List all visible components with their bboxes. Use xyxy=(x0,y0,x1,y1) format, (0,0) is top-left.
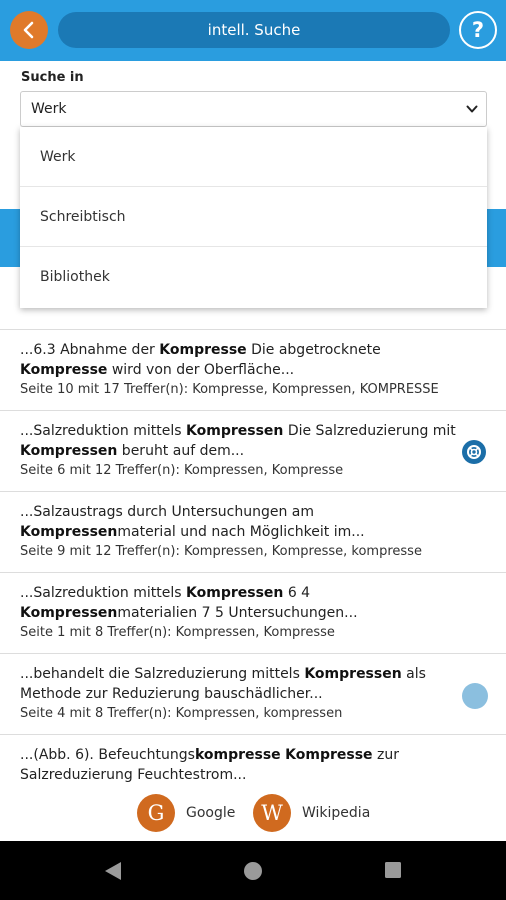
result-item[interactable]: ...behandelt die Salzreduzierung mittels… xyxy=(0,654,506,735)
snippet-keyword: Kompressen xyxy=(20,443,118,459)
result-snippet: ...behandelt die Salzreduzierung mittels… xyxy=(20,664,456,704)
help-button[interactable]: ? xyxy=(459,11,497,49)
google-label: Google xyxy=(186,805,236,821)
snippet-text: ...behandelt die Salzreduzierung mittels xyxy=(20,666,305,682)
back-button[interactable] xyxy=(10,11,48,49)
snippet-keyword: Kompresse xyxy=(20,362,108,378)
result-page-info: Seite 10 mit 17 Treffer(n): Kompresse, K… xyxy=(20,382,439,397)
help-circle-icon[interactable] xyxy=(462,440,486,464)
snippet-keyword: Kompresse xyxy=(285,747,373,763)
system-nav-bar xyxy=(0,841,506,900)
search-scope-select[interactable]: Werk xyxy=(20,91,487,127)
search-in-label: Suche in xyxy=(21,70,84,85)
result-page-info: Seite 9 mit 12 Treffer(n): Kompressen, K… xyxy=(20,544,422,559)
wikipedia-label: Wikipedia xyxy=(302,805,371,821)
snippet-text: Die abgetrocknete xyxy=(246,342,381,358)
search-scope-dropdown: Werk Schreibtisch Bibliothek xyxy=(20,127,487,308)
page-title: intell. Suche xyxy=(58,12,450,48)
option-bibliothek[interactable]: Bibliothek xyxy=(20,247,487,307)
result-item[interactable]: ...Salzreduktion mittels Kompressen 6 4 … xyxy=(0,573,506,654)
back-triangle-icon[interactable] xyxy=(103,861,122,881)
snippet-text: materialien 7 5 Untersuchungen... xyxy=(117,605,358,621)
result-snippet: ...Salzreduktion mittels Kompressen 6 4 … xyxy=(20,583,456,623)
result-item[interactable]: ...6.3 Abnahme der Kompresse Die abgetro… xyxy=(0,330,506,411)
result-snippet: ...(Abb. 6). Befeuchtungskompresse Kompr… xyxy=(20,745,456,785)
wikipedia-link[interactable]: W Wikipedia xyxy=(253,794,370,832)
wikipedia-icon: W xyxy=(253,794,291,832)
snippet-text: material und nach Möglichkeit im... xyxy=(117,524,365,540)
result-list: ...6.3 Abnahme der Kompresse Die abgetro… xyxy=(0,329,506,785)
snippet-keyword: Kompressen xyxy=(304,666,402,682)
result-item[interactable]: ...Salzaustrags durch Untersuchungen am … xyxy=(0,492,506,573)
result-page-info: Seite 6 mit 12 Treffer(n): Kompressen, K… xyxy=(20,463,344,478)
snippet-text: ...Salzaustrags durch Untersuchungen am xyxy=(20,504,314,520)
result-page-info: Seite 4 mit 8 Treffer(n): Kompressen, ko… xyxy=(20,706,343,721)
option-schreibtisch[interactable]: Schreibtisch xyxy=(20,187,487,247)
chevron-left-icon xyxy=(23,21,34,39)
recents-square-icon[interactable] xyxy=(384,861,402,879)
result-item[interactable]: ...(Abb. 6). Befeuchtungskompresse Kompr… xyxy=(0,735,506,785)
snippet-text: ...Salzreduktion mittels xyxy=(20,423,187,439)
snippet-keyword: Kompressen xyxy=(20,524,118,540)
snippet-keyword: kompresse xyxy=(194,747,281,763)
snippet-text: ...6.3 Abnahme der xyxy=(20,342,160,358)
result-snippet: ...Salzreduktion mittels Kompressen Die … xyxy=(20,421,456,461)
result-item[interactable]: ...Salzreduktion mittels Kompressen Die … xyxy=(0,411,506,492)
snippet-text: 6 4 xyxy=(283,585,311,601)
result-snippet: ...Salzaustrags durch Untersuchungen am … xyxy=(20,502,456,542)
app-header: intell. Suche ? xyxy=(0,0,506,61)
snippet-text: beruht auf dem... xyxy=(117,443,245,459)
snippet-text: ...Salzreduktion mittels xyxy=(20,585,187,601)
option-werk[interactable]: Werk xyxy=(20,127,487,187)
home-circle-icon[interactable] xyxy=(243,861,263,881)
google-link[interactable]: G Google xyxy=(137,794,235,832)
external-links: G Google W Wikipedia xyxy=(0,784,506,841)
snippet-text: ...(Abb. 6). Befeuchtungs xyxy=(20,747,195,763)
select-value: Werk xyxy=(31,101,67,117)
snippet-keyword: Kompressen xyxy=(186,423,284,439)
google-icon: G xyxy=(137,794,175,832)
faded-circle-icon[interactable] xyxy=(462,683,488,709)
chevron-down-icon xyxy=(466,105,478,113)
snippet-text: wird von der Oberfläche... xyxy=(107,362,295,378)
result-page-info: Seite 1 mit 8 Treffer(n): Kompressen, Ko… xyxy=(20,625,335,640)
snippet-keyword: Kompresse xyxy=(159,342,247,358)
snippet-text: Die Salzreduzierung mit xyxy=(283,423,456,439)
snippet-keyword: Kompressen xyxy=(20,605,118,621)
result-snippet: ...6.3 Abnahme der Kompresse Die abgetro… xyxy=(20,340,456,380)
snippet-keyword: Kompressen xyxy=(186,585,284,601)
